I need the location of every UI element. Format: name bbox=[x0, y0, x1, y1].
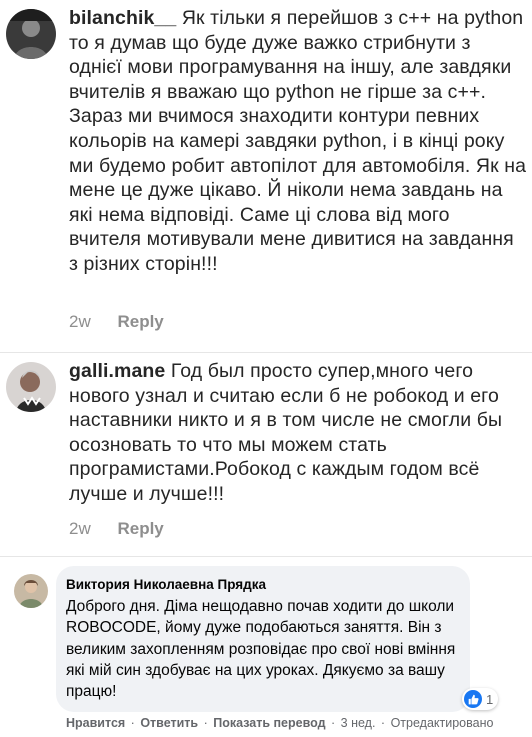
avatar[interactable] bbox=[6, 362, 56, 412]
comment-text: Як тільки я перейшов з с++ на python то … bbox=[69, 7, 527, 275]
comment-time[interactable]: 2w bbox=[69, 312, 91, 331]
comment-author[interactable]: Виктория Николаевна Прядка bbox=[66, 577, 266, 592]
reaction-count: 1 bbox=[486, 691, 494, 707]
edited-label: Отредактировано bbox=[390, 716, 494, 730]
comment-body: galli.mane Год был просто супер,много че… bbox=[69, 359, 527, 507]
reaction-count-badge[interactable]: 1 bbox=[462, 688, 499, 710]
reply-button[interactable]: Reply bbox=[117, 519, 163, 538]
comment-time[interactable]: 2w bbox=[69, 519, 91, 538]
comment-meta: 2w Reply bbox=[69, 312, 164, 332]
like-icon bbox=[464, 690, 482, 708]
divider bbox=[0, 352, 532, 353]
comment-username[interactable]: galli.mane bbox=[69, 360, 165, 382]
avatar[interactable] bbox=[14, 574, 48, 608]
show-translation-button[interactable]: Показать перевод bbox=[213, 716, 325, 730]
avatar[interactable] bbox=[6, 9, 56, 59]
reply-button[interactable]: Reply bbox=[117, 312, 163, 331]
reply-button[interactable]: Ответить bbox=[140, 716, 198, 730]
comment-time[interactable]: 3 нед. bbox=[341, 716, 376, 730]
comment-body: bilanchik__ Як тільки я перейшов з с++ н… bbox=[69, 6, 527, 277]
comment-bubble: Виктория Николаевна Прядка Доброго дня. … bbox=[56, 566, 470, 712]
comment-text: Доброго дня. Діма нещодавно почав ходити… bbox=[66, 598, 456, 701]
divider bbox=[0, 556, 532, 557]
comment-actions: Нравится · Ответить · Показать перевод ·… bbox=[66, 716, 494, 730]
comment-meta: 2w Reply bbox=[69, 519, 164, 539]
like-button[interactable]: Нравится bbox=[66, 716, 125, 730]
comment-username[interactable]: bilanchik__ bbox=[69, 7, 176, 29]
